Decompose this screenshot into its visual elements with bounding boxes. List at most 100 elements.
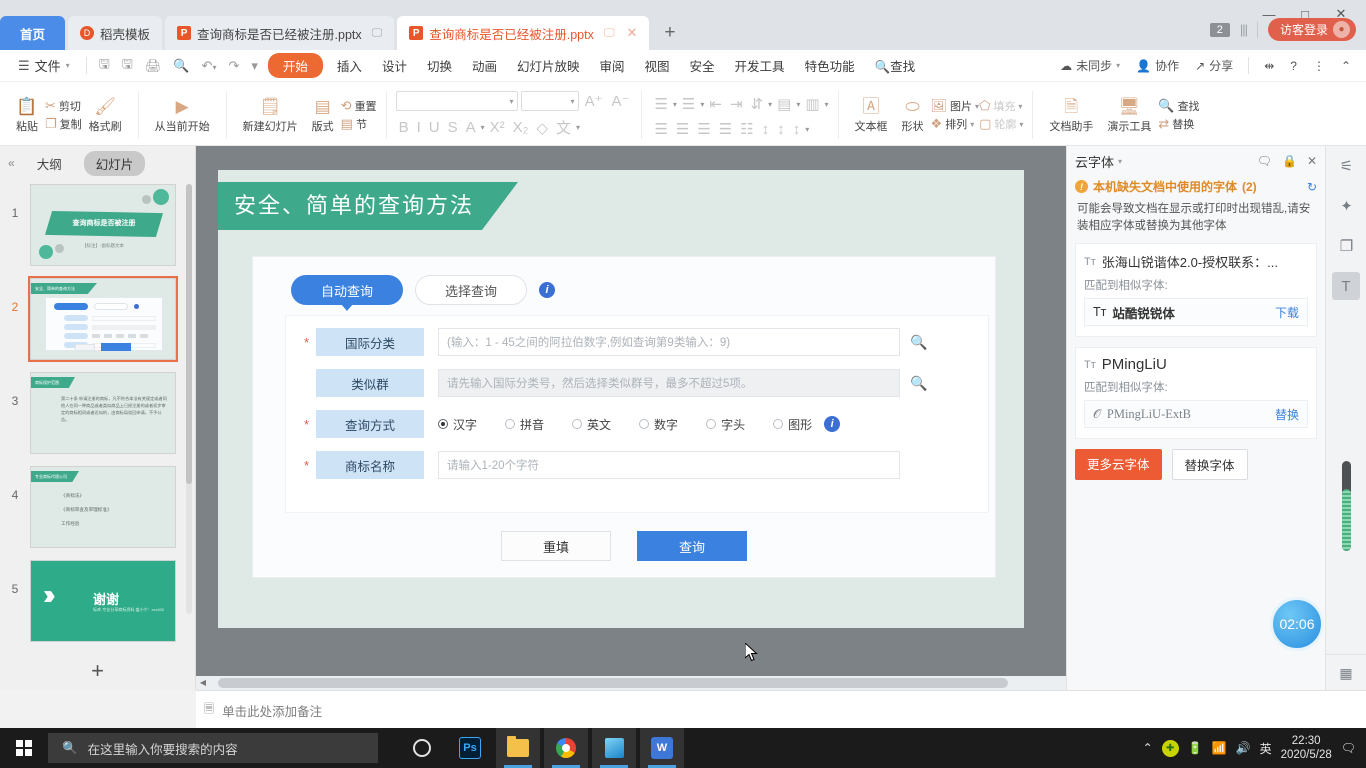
battery-icon[interactable]: 🔋: [1188, 741, 1203, 755]
tab-special-features[interactable]: 特色功能: [795, 52, 865, 79]
volume-icon[interactable]: 🔊: [1236, 741, 1251, 755]
thumbnail-item[interactable]: 2 安全、简单的查询方法: [0, 278, 195, 360]
section-button[interactable]: ▤ 节: [341, 116, 377, 132]
input-similar-group[interactable]: 请先输入国际分类号，然后选择类似群号，最多不超过5项。: [438, 369, 900, 397]
collapse-ribbon-icon[interactable]: ⌃: [1334, 56, 1358, 76]
close-tab-icon[interactable]: ✕: [626, 25, 637, 41]
tab-outline[interactable]: 大纲: [25, 151, 74, 176]
thumbnail-item[interactable]: 3 商标保护范围 第二十条 申请注册的商标，凡不符合本法有关规定或者同他人在同一…: [0, 372, 195, 454]
add-slide-button[interactable]: +: [0, 658, 195, 684]
replace-fonts-button[interactable]: 替换字体: [1172, 449, 1248, 480]
collaborate-button[interactable]: 👤 协作: [1129, 54, 1186, 77]
present-tools-button[interactable]: 🖥 演示工具: [1100, 85, 1158, 145]
fill-button[interactable]: ⬠ 填充▾: [979, 98, 1023, 114]
shape-button[interactable]: ⬭ 形状: [895, 85, 931, 145]
slide-preview-5[interactable]: ›› 谢谢 标库-专业分享商标资料 盛小宁：xxx630: [30, 560, 176, 642]
spacing-options-icon[interactable]: ↕: [790, 120, 804, 139]
rail-scrollbar[interactable]: [1342, 461, 1351, 551]
format-painter-button[interactable]: 🖌 格式刷: [82, 85, 129, 145]
wifi-icon[interactable]: 📶: [1212, 741, 1227, 755]
tab-view[interactable]: 视图: [635, 52, 680, 79]
security-shield-icon[interactable]: ✚: [1162, 740, 1179, 757]
paste-button[interactable]: 📋 粘贴: [9, 85, 45, 145]
photoshop-icon[interactable]: Ps: [448, 728, 492, 768]
layout-button[interactable]: ▤ 版式: [305, 85, 341, 145]
font-name-input[interactable]: ▾: [396, 91, 518, 111]
save-as-icon[interactable]: 🖫: [116, 52, 139, 80]
more-options-icon[interactable]: ⋮: [1306, 56, 1332, 76]
wps-office-icon[interactable]: W: [640, 728, 684, 768]
undo-icon[interactable]: ↶▾: [196, 55, 223, 77]
font-color-button[interactable]: A: [463, 118, 479, 137]
feedback-icon[interactable]: 🗨: [1257, 154, 1272, 168]
print-preview-icon[interactable]: 🔍: [167, 55, 195, 77]
effects-icon[interactable]: ✦: [1326, 186, 1366, 226]
slide-preview-2[interactable]: 安全、简单的查询方法: [30, 278, 176, 360]
microsoft-store-icon[interactable]: [592, 728, 636, 768]
thumbnail-item[interactable]: 4 专业商标代理公司 《商标法》 《商标审查及审理标准》 工作经验: [0, 466, 195, 548]
paragraph-spacing-icon[interactable]: ↕: [759, 120, 773, 139]
refresh-icon[interactable]: ↻: [1307, 180, 1317, 194]
thumbnail-item[interactable]: 5 ›› 谢谢 标库-专业分享商标资料 盛小宁：xxx630: [0, 560, 195, 642]
file-explorer-icon[interactable]: [496, 728, 540, 768]
align-text-icon[interactable]: ▤: [774, 94, 794, 114]
copy-button[interactable]: ❐ 复制: [45, 116, 82, 132]
search-icon[interactable]: 🔍: [910, 334, 927, 351]
tab-review[interactable]: 审阅: [590, 52, 635, 79]
ribbon-find-button[interactable]: 🔍 查找: [1158, 98, 1199, 114]
radio-initials[interactable]: 字头: [706, 416, 745, 433]
align-center-icon[interactable]: ☰: [673, 119, 692, 139]
taskbar-search-box[interactable]: 🔍 在这里输入你要搜索的内容: [48, 733, 378, 763]
info-icon[interactable]: i: [539, 282, 555, 298]
scroll-left-icon[interactable]: ◀: [196, 676, 210, 690]
tab-list-icon[interactable]: |||: [1240, 22, 1247, 37]
outline-button[interactable]: ▢ 轮廓▾: [979, 116, 1023, 132]
radio-english[interactable]: 英文: [572, 416, 611, 433]
textbox-button[interactable]: 🄰 文本框: [848, 85, 895, 145]
menu-find-button[interactable]: 🔍查找: [865, 52, 926, 79]
chevron-down-icon[interactable]: ▾: [1118, 157, 1122, 166]
bold-button[interactable]: B: [396, 118, 412, 137]
tab-document-2[interactable]: P 查询商标是否已经被注册.pptx 🖵 ✕: [397, 16, 649, 50]
distribute-icon[interactable]: ☷: [737, 119, 756, 139]
input-trademark-name[interactable]: 请输入1-20个字符: [438, 451, 900, 479]
thumbnail-item[interactable]: 1 查询商标是否被注册 【标注】-副标题文本: [0, 184, 195, 266]
close-pane-icon[interactable]: ✕: [1307, 154, 1317, 168]
numbered-list-icon[interactable]: ☰: [679, 94, 698, 114]
radio-number[interactable]: 数字: [639, 416, 678, 433]
thumbnail-list[interactable]: 1 查询商标是否被注册 【标注】-副标题文本 2 安全、简单的查询方法: [0, 180, 195, 690]
align-left-icon[interactable]: ☰: [651, 119, 670, 139]
present-icon[interactable]: 🖵: [372, 27, 383, 40]
collapse-panel-icon[interactable]: «: [8, 156, 15, 170]
thumbnail-scrollbar[interactable]: [186, 184, 192, 614]
guest-login-button[interactable]: 访客登录 ●: [1268, 18, 1356, 41]
tab-security[interactable]: 安全: [680, 52, 725, 79]
search-icon[interactable]: 🔍: [910, 375, 927, 392]
strikethrough-button[interactable]: S: [445, 118, 461, 137]
ime-language-indicator[interactable]: 英: [1260, 740, 1272, 757]
reset-button[interactable]: ⟲ 重置: [341, 98, 377, 114]
pin-icon[interactable]: 🔒: [1282, 154, 1297, 168]
slide-preview-4[interactable]: 专业商标代理公司 《商标法》 《商标审查及审理标准》 工作经验: [30, 466, 176, 548]
input-international-class[interactable]: (输入：1 - 45之间的阿拉伯数字,例如查询第9类输入：9): [438, 328, 900, 356]
tab-select-query[interactable]: 选择查询: [415, 275, 527, 305]
sync-status-button[interactable]: ☁ 未同步 ▾: [1053, 54, 1127, 77]
grow-font-icon[interactable]: A⁺: [582, 91, 606, 111]
tab-slides[interactable]: 幻灯片: [84, 151, 146, 176]
tab-document-1[interactable]: P 查询商标是否已经被注册.pptx 🖵: [165, 16, 394, 50]
slide-preview-1[interactable]: 查询商标是否被注册 【标注】-副标题文本: [30, 184, 176, 266]
download-font-button-1[interactable]: 下载: [1275, 304, 1299, 321]
ribbon-replace-button[interactable]: ⇄ 替换: [1158, 116, 1199, 132]
cut-button[interactable]: ✂ 剪切: [45, 98, 82, 114]
tab-transition[interactable]: 切换: [417, 52, 462, 79]
tab-animation[interactable]: 动画: [462, 52, 507, 79]
doc-assistant-button[interactable]: 🗎 文档助手: [1042, 85, 1100, 145]
tab-start[interactable]: 开始: [268, 53, 323, 78]
underline-button[interactable]: U: [426, 118, 443, 137]
clock[interactable]: 22:30 2020/5/28: [1281, 734, 1332, 762]
align-right-icon[interactable]: ☰: [694, 119, 713, 139]
tab-insert[interactable]: 插入: [327, 52, 372, 79]
action-center-icon[interactable]: 🗨: [1341, 741, 1356, 755]
new-tab-button[interactable]: +: [652, 16, 687, 50]
chevron-down-icon[interactable]: ▾: [481, 123, 485, 132]
